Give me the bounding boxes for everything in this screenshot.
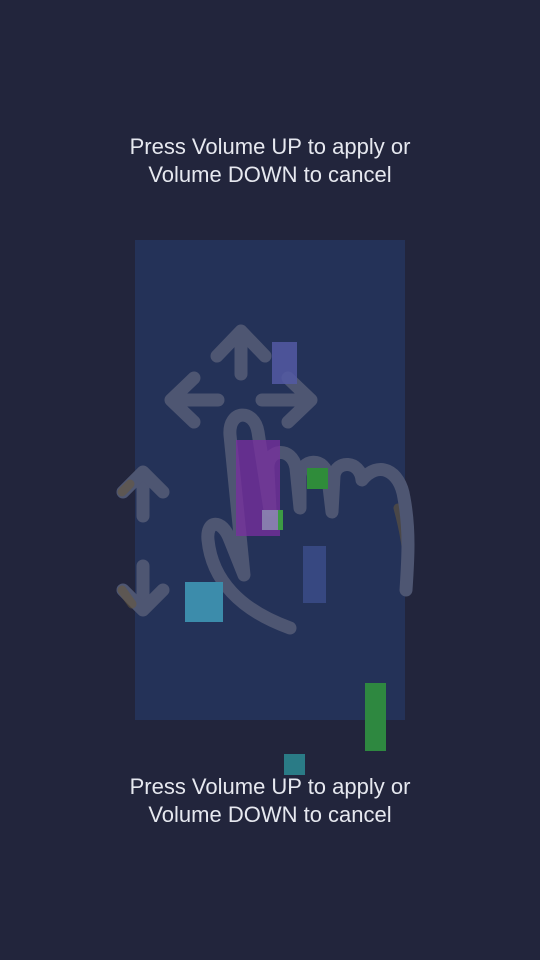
instruction-top-line-1: Press Volume UP to apply or bbox=[129, 134, 411, 159]
instruction-bottom: Press Volume UP to apply or Volume DOWN … bbox=[0, 773, 540, 829]
instruction-bottom-line-1: Press Volume UP to apply or bbox=[129, 774, 411, 799]
window-block bbox=[307, 468, 328, 489]
instruction-top: Press Volume UP to apply or Volume DOWN … bbox=[0, 133, 540, 189]
window-block bbox=[284, 754, 305, 775]
window-block bbox=[272, 342, 297, 384]
window-block bbox=[365, 683, 386, 751]
window-block bbox=[185, 582, 223, 622]
window-block bbox=[278, 510, 283, 530]
instruction-top-line-2: Volume DOWN to cancel bbox=[148, 162, 392, 187]
instruction-bottom-line-2: Volume DOWN to cancel bbox=[148, 802, 392, 827]
window-block bbox=[303, 546, 326, 603]
vertical-resize-arrows-icon bbox=[116, 465, 170, 617]
